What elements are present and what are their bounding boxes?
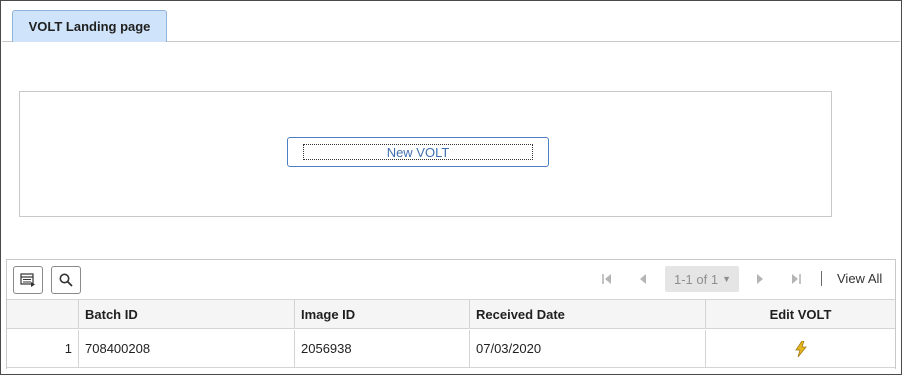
column-header-row-number: [7, 300, 79, 328]
actions-panel: New VOLT: [19, 91, 832, 217]
page-range-text: 1-1 of 1: [674, 271, 719, 287]
grid-settings-icon: [20, 273, 35, 287]
batch-id-cell: 708400208: [79, 330, 295, 367]
column-header-image-id[interactable]: Image ID: [295, 300, 470, 328]
first-page-button[interactable]: [599, 271, 615, 287]
toolbar-divider: [821, 271, 822, 286]
first-page-icon: [602, 274, 611, 284]
search-icon: [59, 273, 73, 287]
last-page-button[interactable]: [788, 271, 804, 287]
new-volt-label: New VOLT: [303, 144, 533, 160]
column-header-edit-volt: Edit VOLT: [769, 306, 832, 322]
next-page-button[interactable]: [752, 271, 768, 287]
received-date-cell: 07/03/2020: [470, 330, 706, 367]
grid-header-row: Batch ID Image ID Received Date Edit VOL…: [7, 300, 895, 329]
view-all-link[interactable]: View All: [837, 271, 882, 286]
tab-bar: VOLT Landing page: [2, 2, 900, 42]
edit-volt-cell: [706, 330, 895, 367]
personalize-grid-button[interactable]: [13, 266, 43, 294]
tab-volt-landing-page[interactable]: VOLT Landing page: [12, 10, 167, 42]
page-range-select[interactable]: 1-1 of 1 ▼: [665, 266, 739, 292]
grid-toolbar: 1-1 of 1 ▼ View All: [7, 260, 895, 300]
column-header-batch-id[interactable]: Batch ID: [79, 300, 295, 328]
page-frame: VOLT Landing page New VOLT 1-1 of 1 ▼ Vi…: [0, 0, 902, 375]
new-volt-button[interactable]: New VOLT: [287, 137, 549, 167]
previous-page-icon: [640, 274, 646, 284]
edit-volt-button[interactable]: [794, 340, 807, 357]
table-row: 1 708400208 2056938 07/03/2020: [7, 330, 895, 368]
find-in-grid-button[interactable]: [51, 266, 81, 294]
row-number: 1: [7, 330, 79, 367]
volt-grid: 1-1 of 1 ▼ View All Batch ID Image ID Re…: [6, 259, 896, 369]
chevron-down-icon: ▼: [722, 274, 732, 284]
previous-page-button[interactable]: [635, 271, 651, 287]
column-header-received-date[interactable]: Received Date: [470, 300, 706, 328]
last-page-icon: [792, 274, 801, 284]
image-id-cell: 2056938: [295, 330, 470, 367]
next-page-icon: [757, 274, 763, 284]
lightning-icon: [794, 340, 807, 357]
